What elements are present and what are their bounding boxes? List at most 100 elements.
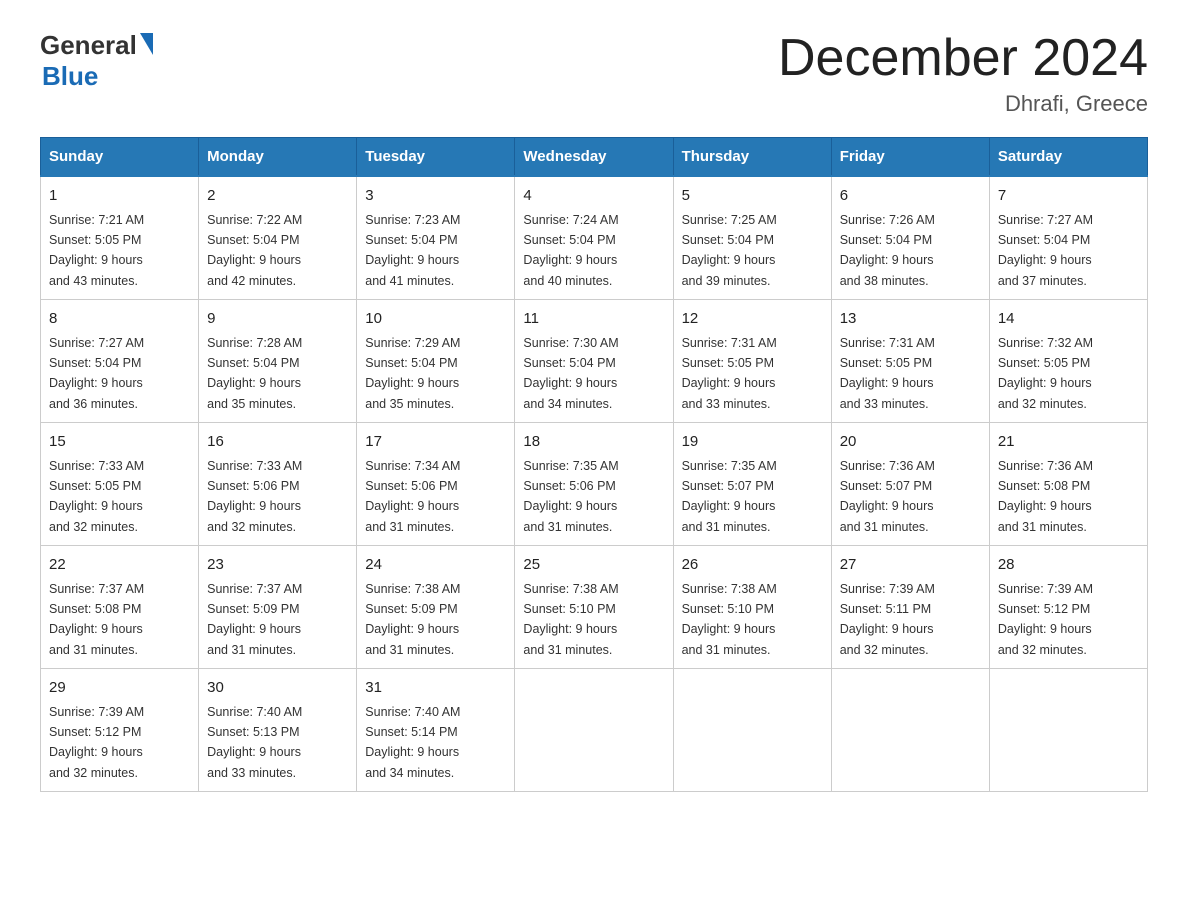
calendar-cell: 14 Sunrise: 7:32 AMSunset: 5:05 PMDaylig… <box>989 300 1147 423</box>
day-info: Sunrise: 7:39 AMSunset: 5:11 PMDaylight:… <box>840 582 935 657</box>
logo-blue: Blue <box>42 61 98 92</box>
header-cell-thursday: Thursday <box>673 138 831 177</box>
calendar-cell: 28 Sunrise: 7:39 AMSunset: 5:12 PMDaylig… <box>989 546 1147 669</box>
day-info: Sunrise: 7:33 AMSunset: 5:06 PMDaylight:… <box>207 459 302 534</box>
day-info: Sunrise: 7:29 AMSunset: 5:04 PMDaylight:… <box>365 336 460 411</box>
header-cell-saturday: Saturday <box>989 138 1147 177</box>
day-info: Sunrise: 7:37 AMSunset: 5:08 PMDaylight:… <box>49 582 144 657</box>
day-number: 20 <box>840 431 981 454</box>
day-number: 19 <box>682 431 823 454</box>
day-number: 6 <box>840 185 981 208</box>
calendar-cell: 1 Sunrise: 7:21 AMSunset: 5:05 PMDayligh… <box>41 176 199 300</box>
day-number: 14 <box>998 308 1139 331</box>
calendar-cell: 5 Sunrise: 7:25 AMSunset: 5:04 PMDayligh… <box>673 176 831 300</box>
calendar-cell: 15 Sunrise: 7:33 AMSunset: 5:05 PMDaylig… <box>41 423 199 546</box>
calendar-week-4: 22 Sunrise: 7:37 AMSunset: 5:08 PMDaylig… <box>41 546 1148 669</box>
day-number: 7 <box>998 185 1139 208</box>
day-info: Sunrise: 7:24 AMSunset: 5:04 PMDaylight:… <box>523 213 618 288</box>
day-info: Sunrise: 7:36 AMSunset: 5:07 PMDaylight:… <box>840 459 935 534</box>
logo: General Blue <box>40 30 153 92</box>
day-number: 21 <box>998 431 1139 454</box>
day-info: Sunrise: 7:36 AMSunset: 5:08 PMDaylight:… <box>998 459 1093 534</box>
calendar-cell <box>673 669 831 792</box>
day-info: Sunrise: 7:37 AMSunset: 5:09 PMDaylight:… <box>207 582 302 657</box>
day-number: 12 <box>682 308 823 331</box>
day-info: Sunrise: 7:39 AMSunset: 5:12 PMDaylight:… <box>998 582 1093 657</box>
day-number: 30 <box>207 677 348 700</box>
calendar-week-5: 29 Sunrise: 7:39 AMSunset: 5:12 PMDaylig… <box>41 669 1148 792</box>
day-info: Sunrise: 7:35 AMSunset: 5:07 PMDaylight:… <box>682 459 777 534</box>
day-info: Sunrise: 7:22 AMSunset: 5:04 PMDaylight:… <box>207 213 302 288</box>
day-number: 10 <box>365 308 506 331</box>
calendar-cell: 26 Sunrise: 7:38 AMSunset: 5:10 PMDaylig… <box>673 546 831 669</box>
day-number: 22 <box>49 554 190 577</box>
day-info: Sunrise: 7:40 AMSunset: 5:14 PMDaylight:… <box>365 705 460 780</box>
calendar-cell: 20 Sunrise: 7:36 AMSunset: 5:07 PMDaylig… <box>831 423 989 546</box>
calendar-week-2: 8 Sunrise: 7:27 AMSunset: 5:04 PMDayligh… <box>41 300 1148 423</box>
calendar-cell: 25 Sunrise: 7:38 AMSunset: 5:10 PMDaylig… <box>515 546 673 669</box>
page-header: General Blue December 2024 Dhrafi, Greec… <box>40 30 1148 117</box>
day-info: Sunrise: 7:26 AMSunset: 5:04 PMDaylight:… <box>840 213 935 288</box>
calendar-cell: 16 Sunrise: 7:33 AMSunset: 5:06 PMDaylig… <box>199 423 357 546</box>
calendar-cell: 24 Sunrise: 7:38 AMSunset: 5:09 PMDaylig… <box>357 546 515 669</box>
day-info: Sunrise: 7:23 AMSunset: 5:04 PMDaylight:… <box>365 213 460 288</box>
calendar-cell: 27 Sunrise: 7:39 AMSunset: 5:11 PMDaylig… <box>831 546 989 669</box>
header-cell-sunday: Sunday <box>41 138 199 177</box>
day-number: 26 <box>682 554 823 577</box>
header-cell-friday: Friday <box>831 138 989 177</box>
calendar-cell <box>515 669 673 792</box>
calendar-cell: 12 Sunrise: 7:31 AMSunset: 5:05 PMDaylig… <box>673 300 831 423</box>
calendar-cell: 8 Sunrise: 7:27 AMSunset: 5:04 PMDayligh… <box>41 300 199 423</box>
calendar-cell: 9 Sunrise: 7:28 AMSunset: 5:04 PMDayligh… <box>199 300 357 423</box>
calendar-cell: 11 Sunrise: 7:30 AMSunset: 5:04 PMDaylig… <box>515 300 673 423</box>
calendar-title: December 2024 <box>778 30 1148 87</box>
day-number: 4 <box>523 185 664 208</box>
day-info: Sunrise: 7:35 AMSunset: 5:06 PMDaylight:… <box>523 459 618 534</box>
day-info: Sunrise: 7:30 AMSunset: 5:04 PMDaylight:… <box>523 336 618 411</box>
header-cell-wednesday: Wednesday <box>515 138 673 177</box>
calendar-cell: 4 Sunrise: 7:24 AMSunset: 5:04 PMDayligh… <box>515 176 673 300</box>
calendar-cell: 10 Sunrise: 7:29 AMSunset: 5:04 PMDaylig… <box>357 300 515 423</box>
day-info: Sunrise: 7:27 AMSunset: 5:04 PMDaylight:… <box>998 213 1093 288</box>
calendar-cell: 23 Sunrise: 7:37 AMSunset: 5:09 PMDaylig… <box>199 546 357 669</box>
day-info: Sunrise: 7:39 AMSunset: 5:12 PMDaylight:… <box>49 705 144 780</box>
day-number: 3 <box>365 185 506 208</box>
day-number: 5 <box>682 185 823 208</box>
day-number: 29 <box>49 677 190 700</box>
calendar-cell: 13 Sunrise: 7:31 AMSunset: 5:05 PMDaylig… <box>831 300 989 423</box>
day-number: 27 <box>840 554 981 577</box>
day-number: 31 <box>365 677 506 700</box>
header-row: SundayMondayTuesdayWednesdayThursdayFrid… <box>41 138 1148 177</box>
logo-general: General <box>40 30 137 61</box>
calendar-cell: 19 Sunrise: 7:35 AMSunset: 5:07 PMDaylig… <box>673 423 831 546</box>
day-info: Sunrise: 7:38 AMSunset: 5:09 PMDaylight:… <box>365 582 460 657</box>
day-info: Sunrise: 7:38 AMSunset: 5:10 PMDaylight:… <box>523 582 618 657</box>
day-number: 1 <box>49 185 190 208</box>
day-number: 28 <box>998 554 1139 577</box>
calendar-table: SundayMondayTuesdayWednesdayThursdayFrid… <box>40 137 1148 792</box>
day-info: Sunrise: 7:27 AMSunset: 5:04 PMDaylight:… <box>49 336 144 411</box>
day-number: 17 <box>365 431 506 454</box>
day-number: 18 <box>523 431 664 454</box>
day-number: 11 <box>523 308 664 331</box>
calendar-cell: 29 Sunrise: 7:39 AMSunset: 5:12 PMDaylig… <box>41 669 199 792</box>
day-info: Sunrise: 7:31 AMSunset: 5:05 PMDaylight:… <box>682 336 777 411</box>
day-number: 24 <box>365 554 506 577</box>
calendar-week-3: 15 Sunrise: 7:33 AMSunset: 5:05 PMDaylig… <box>41 423 1148 546</box>
day-info: Sunrise: 7:40 AMSunset: 5:13 PMDaylight:… <box>207 705 302 780</box>
day-number: 2 <box>207 185 348 208</box>
calendar-header: SundayMondayTuesdayWednesdayThursdayFrid… <box>41 138 1148 177</box>
calendar-cell: 31 Sunrise: 7:40 AMSunset: 5:14 PMDaylig… <box>357 669 515 792</box>
day-info: Sunrise: 7:38 AMSunset: 5:10 PMDaylight:… <box>682 582 777 657</box>
day-info: Sunrise: 7:31 AMSunset: 5:05 PMDaylight:… <box>840 336 935 411</box>
title-block: December 2024 Dhrafi, Greece <box>778 30 1148 117</box>
day-info: Sunrise: 7:33 AMSunset: 5:05 PMDaylight:… <box>49 459 144 534</box>
calendar-cell: 17 Sunrise: 7:34 AMSunset: 5:06 PMDaylig… <box>357 423 515 546</box>
day-info: Sunrise: 7:34 AMSunset: 5:06 PMDaylight:… <box>365 459 460 534</box>
calendar-cell: 18 Sunrise: 7:35 AMSunset: 5:06 PMDaylig… <box>515 423 673 546</box>
calendar-cell: 2 Sunrise: 7:22 AMSunset: 5:04 PMDayligh… <box>199 176 357 300</box>
calendar-week-1: 1 Sunrise: 7:21 AMSunset: 5:05 PMDayligh… <box>41 176 1148 300</box>
calendar-subtitle: Dhrafi, Greece <box>778 91 1148 117</box>
day-number: 15 <box>49 431 190 454</box>
day-info: Sunrise: 7:28 AMSunset: 5:04 PMDaylight:… <box>207 336 302 411</box>
